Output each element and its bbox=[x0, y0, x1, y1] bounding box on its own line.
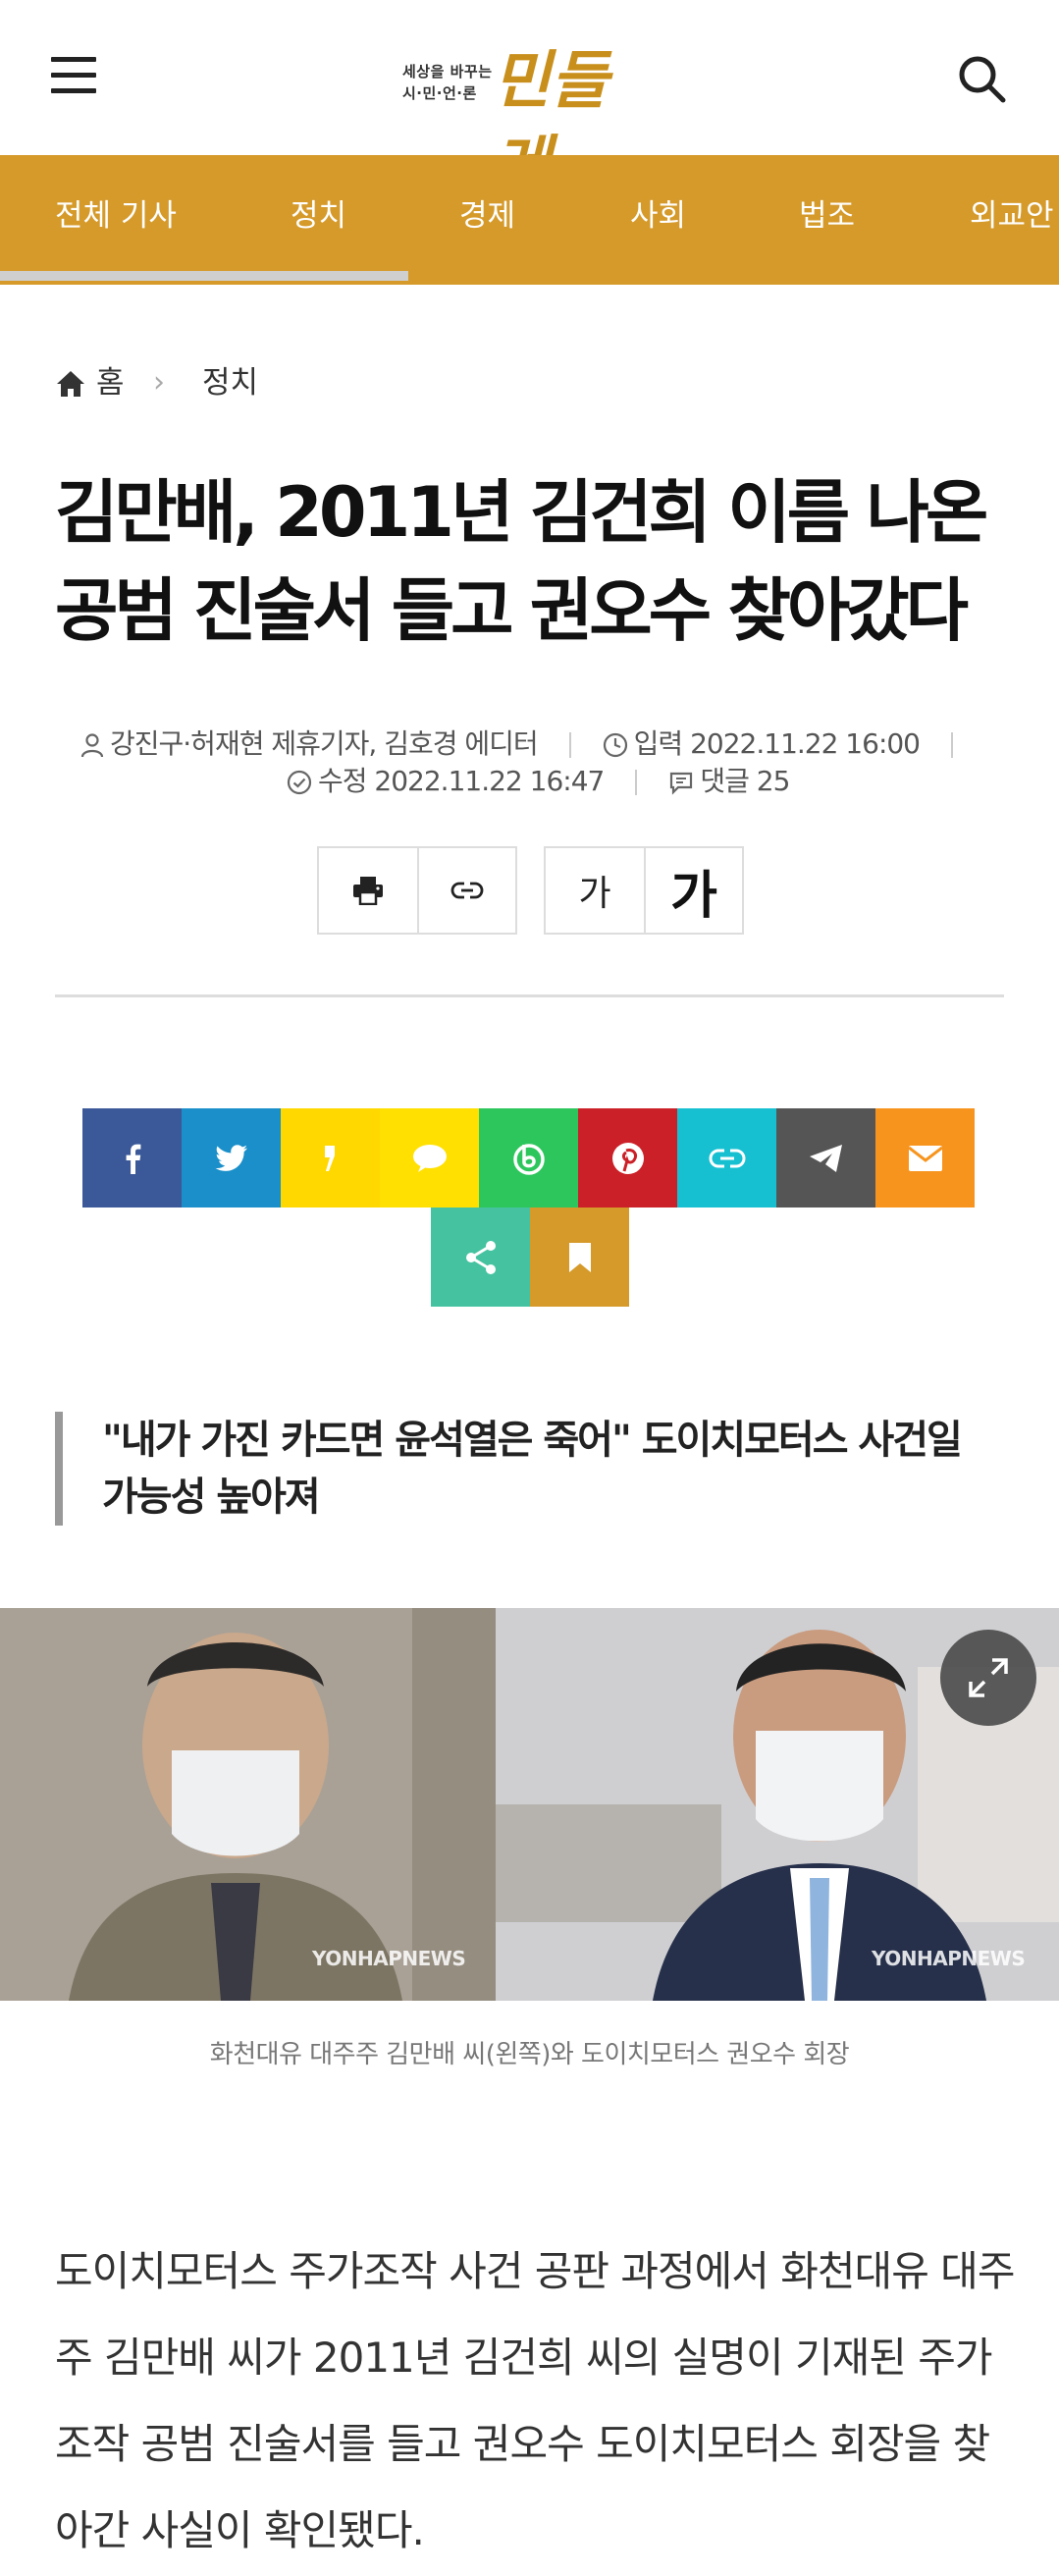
expand-photo-button[interactable] bbox=[940, 1630, 1036, 1726]
share-pinterest-button[interactable] bbox=[578, 1108, 677, 1208]
bookmark-button[interactable] bbox=[530, 1208, 629, 1307]
article-published: 입력 2022.11.22 16:00 bbox=[633, 727, 921, 760]
nav-item-politics[interactable]: 정치 bbox=[291, 194, 346, 238]
breadcrumb-home[interactable]: 홈 bbox=[96, 361, 125, 404]
twitter-icon bbox=[214, 1144, 247, 1171]
article-author: 강진구·허재현 제휴기자, 김호경 에디터 bbox=[110, 727, 539, 760]
font-small-label: 가 bbox=[578, 874, 611, 914]
share-email-button[interactable] bbox=[875, 1108, 975, 1208]
font-size-tools: 가 가 bbox=[544, 846, 744, 935]
photo-watermark-right: YONHAPNEWS bbox=[872, 1947, 1026, 1970]
category-nav: 전체 기사 정치 경제 사회 법조 외교안 bbox=[0, 155, 1059, 285]
search-icon bbox=[959, 56, 1006, 103]
kakaotalk-icon bbox=[412, 1144, 447, 1172]
nav-item-society[interactable]: 사회 bbox=[630, 194, 686, 238]
share-telegram-button[interactable] bbox=[776, 1108, 875, 1208]
share-twitter-button[interactable] bbox=[182, 1108, 281, 1208]
copy-link-button[interactable] bbox=[417, 848, 515, 933]
nav-item-diplomacy[interactable]: 외교안 bbox=[970, 194, 1054, 238]
band-icon bbox=[512, 1143, 545, 1175]
share-kakaostory-button[interactable] bbox=[281, 1108, 380, 1208]
article-meta-row-2: 수정 2022.11.22 16:47 댓글 25 bbox=[287, 762, 790, 801]
share-icon bbox=[465, 1240, 496, 1274]
print-icon bbox=[353, 877, 383, 905]
telegram-icon bbox=[809, 1144, 842, 1172]
home-icon[interactable] bbox=[55, 369, 86, 399]
photo-left-kim-manbae bbox=[0, 1608, 496, 2001]
nav-item-economy[interactable]: 경제 bbox=[459, 194, 515, 238]
nav-item-law[interactable]: 법조 bbox=[799, 194, 855, 238]
breadcrumb-category[interactable]: 정치 bbox=[202, 361, 258, 404]
logo-tagline: 세상을 바꾸는 시·민·언·론 bbox=[402, 63, 493, 102]
hamburger-icon bbox=[51, 57, 96, 62]
expand-icon bbox=[969, 1658, 1008, 1697]
article-subtitle: "내가 가진 카드면 윤석열은 죽어" 도이치모터스 사건일 가능성 높아져 bbox=[55, 1412, 997, 1526]
pinterest-icon bbox=[611, 1142, 644, 1174]
site-header: 세상을 바꾸는 시·민·언·론 민들레 bbox=[0, 0, 1059, 202]
article-photo[interactable] bbox=[0, 1608, 1059, 2001]
person-icon bbox=[80, 733, 104, 758]
photo-watermark-left: YONHAPNEWS bbox=[312, 1947, 466, 1970]
chevron-right-icon: › bbox=[153, 365, 165, 400]
article-comments[interactable]: 댓글 25 bbox=[700, 765, 790, 797]
nav-scroll-indicator bbox=[0, 271, 408, 281]
search-button[interactable] bbox=[954, 51, 1009, 106]
article-tools bbox=[317, 846, 517, 935]
article-meta-row-1: 강진구·허재현 제휴기자, 김호경 에디터 입력 2022.11.22 16:0… bbox=[80, 724, 984, 764]
share-more-button[interactable] bbox=[431, 1208, 530, 1307]
article-title: 김만배, 2011년 김건희 이름 나온 공범 진술서 들고 권오수 찾아갔다 bbox=[55, 472, 988, 651]
print-button[interactable] bbox=[319, 848, 417, 933]
article-body: 도이치모터스 주가조작 사건 공판 과정에서 화천대유 대주주 김만배 씨가 2… bbox=[55, 2247, 1015, 2554]
share-band-button[interactable] bbox=[479, 1108, 578, 1208]
font-large-label: 가 bbox=[670, 866, 717, 926]
facebook-icon bbox=[126, 1144, 140, 1174]
link-icon bbox=[709, 1149, 745, 1167]
divider bbox=[55, 994, 1004, 997]
email-icon bbox=[908, 1145, 942, 1171]
site-logo[interactable]: 세상을 바꾸는 시·민·언·론 민들레 bbox=[402, 39, 658, 202]
font-increase-button[interactable]: 가 bbox=[644, 848, 742, 933]
share-facebook-button[interactable] bbox=[82, 1108, 182, 1208]
bookmark-icon bbox=[568, 1242, 591, 1272]
photo-caption: 화천대유 대주주 김만배 씨(왼쪽)와 도이치모터스 권오수 회장 bbox=[209, 2040, 850, 2069]
share-kakaotalk-button[interactable] bbox=[380, 1108, 479, 1208]
article-modified: 수정 2022.11.22 16:47 bbox=[318, 765, 605, 797]
nav-item-all[interactable]: 전체 기사 bbox=[55, 194, 177, 238]
font-decrease-button[interactable]: 가 bbox=[546, 848, 644, 933]
link-icon bbox=[450, 882, 484, 899]
check-circle-icon bbox=[287, 770, 312, 795]
kakaostory-icon bbox=[324, 1145, 335, 1171]
breadcrumb: 홈 › 정치 bbox=[55, 361, 644, 404]
menu-button[interactable] bbox=[51, 57, 98, 96]
share-link-button[interactable] bbox=[677, 1108, 776, 1208]
comment-icon[interactable] bbox=[668, 770, 694, 795]
clock-icon bbox=[603, 732, 627, 758]
